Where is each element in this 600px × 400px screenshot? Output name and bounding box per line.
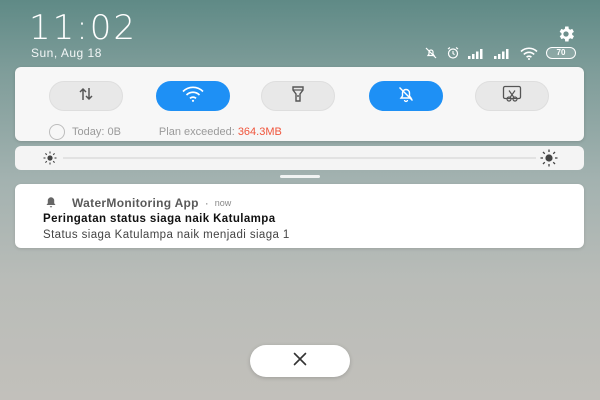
clock: 11:02 [29, 8, 137, 48]
plan-exceeded-label: Plan exceeded: [158, 126, 238, 138]
screenshot-toggle[interactable] [475, 81, 549, 111]
signal-icon [468, 47, 486, 59]
notification-card[interactable]: WaterMonitoring App · now Peringatan sta… [15, 184, 584, 248]
quick-settings-panel: Today: 0B Plan exceeded: 364.3MB [15, 67, 584, 141]
brightness-track[interactable] [63, 157, 536, 159]
notification-body: Status siaga Katulampa naik menjadi siag… [43, 229, 290, 241]
status-icons: 70 [424, 46, 576, 60]
alarm-icon [446, 46, 460, 60]
status-bar: 11:02 Sun, Aug 18 70 [0, 0, 600, 62]
notification-separator: · [204, 196, 209, 210]
notification-title: Peringatan status siaga naik Katulampa [43, 213, 276, 225]
mobile-data-toggle[interactable] [49, 81, 123, 111]
brightness-slider[interactable] [15, 146, 584, 170]
notification-header: WaterMonitoring App · now [45, 195, 231, 211]
notification-time: now [214, 198, 232, 208]
data-usage-circle-icon [49, 124, 65, 140]
data-today: Today: 0B [72, 126, 121, 138]
brightness-high-icon [540, 149, 558, 172]
data-arrows-icon [77, 86, 95, 107]
brightness-low-icon [43, 151, 57, 170]
wifi-toggle[interactable] [156, 81, 230, 111]
battery-icon: 70 [546, 47, 576, 59]
bell-off-icon [397, 85, 415, 108]
wifi-icon [520, 47, 538, 60]
flashlight-icon [290, 85, 306, 108]
plan-exceeded-value: 364.3MB [237, 126, 282, 138]
notification-app-name: WaterMonitoring App [72, 196, 199, 210]
drag-handle[interactable] [280, 175, 320, 178]
scissors-icon [502, 85, 522, 108]
gear-icon[interactable] [556, 24, 576, 44]
silent-toggle[interactable] [369, 81, 443, 111]
close-icon [291, 350, 309, 373]
date: Sun, Aug 18 [31, 46, 102, 60]
bell-icon [45, 195, 57, 211]
clear-notifications-button[interactable] [250, 345, 350, 377]
wifi-icon [182, 85, 204, 107]
signal-icon [494, 47, 512, 59]
flashlight-toggle[interactable] [261, 81, 335, 111]
do-not-disturb-icon [424, 46, 438, 60]
data-usage-row: Today: 0B Plan exceeded: 364.3MB [49, 124, 282, 140]
